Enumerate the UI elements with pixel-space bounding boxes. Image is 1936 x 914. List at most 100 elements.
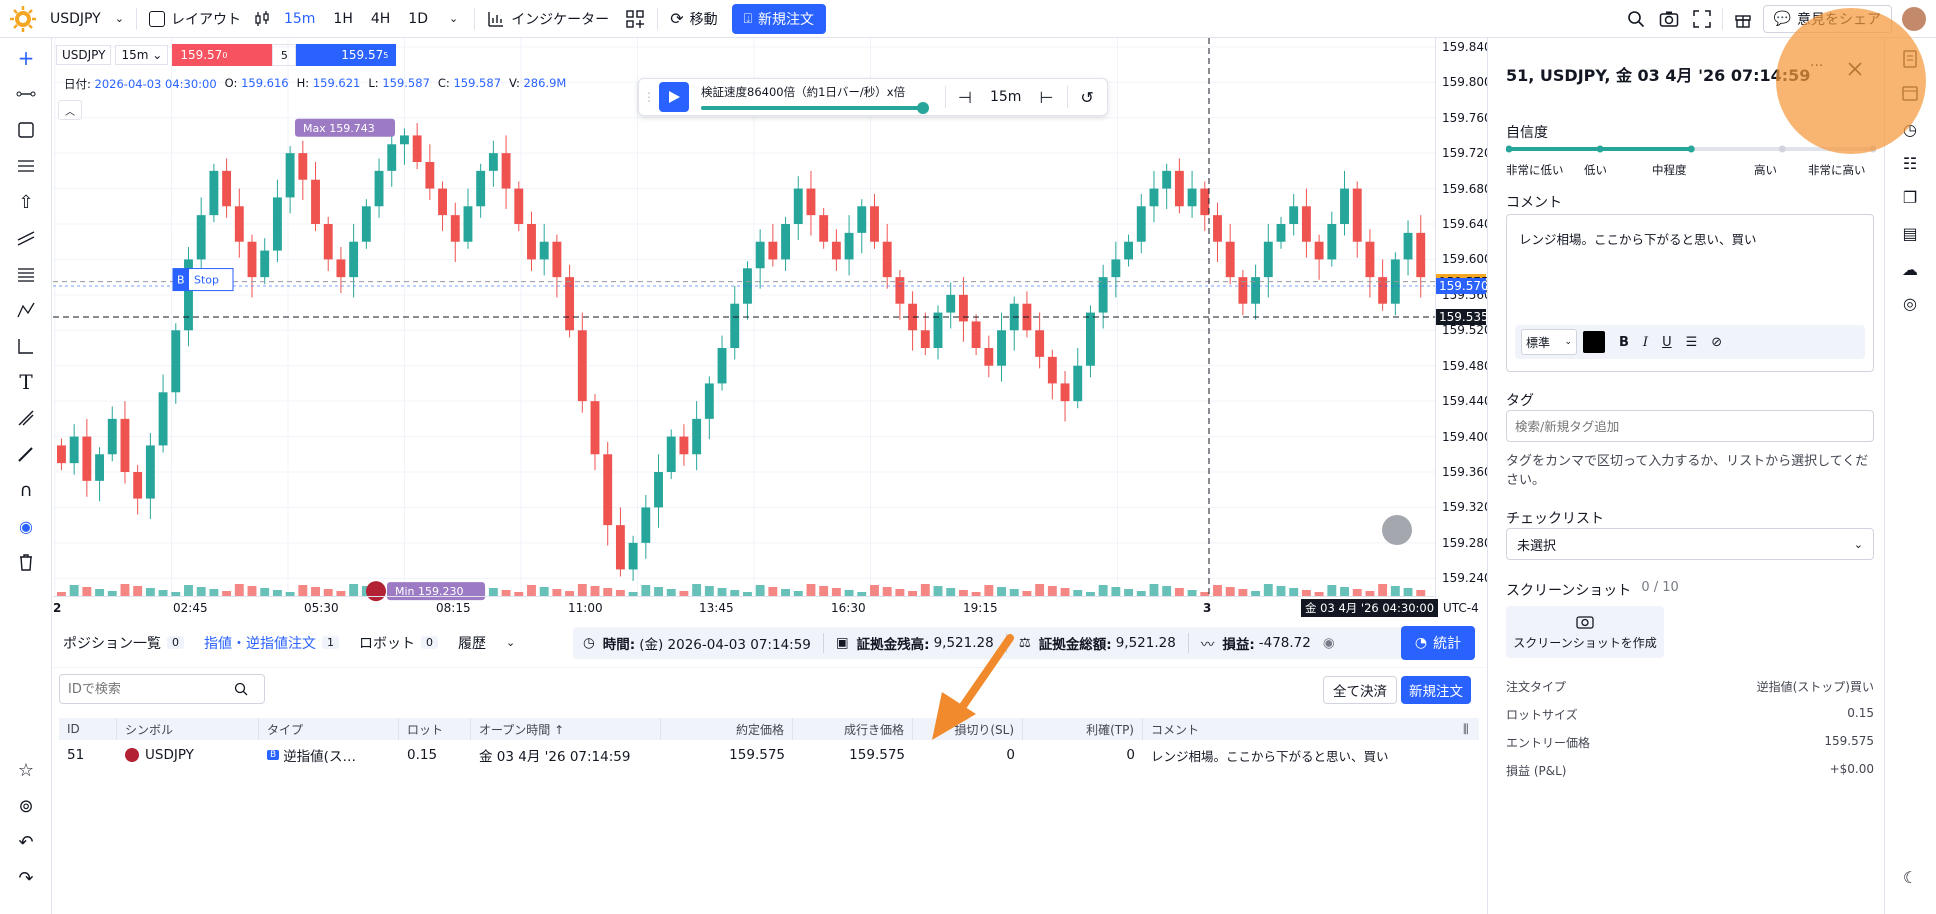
logo[interactable] xyxy=(0,0,42,38)
trendline-icon[interactable] xyxy=(14,82,38,106)
tf-1d[interactable]: 1D xyxy=(399,11,437,27)
id-search-input[interactable] xyxy=(68,681,228,697)
col-type[interactable]: タイプ xyxy=(259,718,399,740)
brush-icon[interactable] xyxy=(14,406,38,430)
candle-type-button[interactable] xyxy=(249,0,275,38)
jump-back-icon[interactable]: ↺ xyxy=(1080,88,1093,107)
step-forward-icon[interactable]: ⊢ xyxy=(1039,88,1053,107)
pencil-icon[interactable] xyxy=(14,442,38,466)
candle-body xyxy=(666,436,676,472)
italic-icon[interactable]: I xyxy=(1643,335,1648,350)
eye-toggle-icon[interactable]: ◉ xyxy=(1323,635,1335,651)
checklist-select[interactable]: 未選択 ⌄ xyxy=(1506,528,1874,560)
report-icon[interactable]: ▤ xyxy=(1899,222,1921,244)
move-button[interactable]: ⟳ 移動 xyxy=(662,0,725,38)
fib-icon[interactable] xyxy=(14,154,38,178)
trash-icon[interactable] xyxy=(14,550,38,574)
search-button[interactable] xyxy=(1620,0,1652,38)
fullscreen-button[interactable] xyxy=(1686,0,1718,38)
tab-robots[interactable]: ロボット 0 xyxy=(349,633,448,653)
text-icon[interactable]: T xyxy=(14,370,38,394)
speed-control[interactable]: 検証速度86400倍（約1日バー/秒）x倍 xyxy=(699,80,929,114)
detail-key: 損益 (P&L) xyxy=(1506,764,1567,778)
price-axis[interactable]: 159.840 159.800 159.760 159.720 159.680 159.6… xyxy=(1435,38,1492,618)
confidence-level-label[interactable]: 高い xyxy=(1754,162,1777,178)
gann-icon[interactable] xyxy=(14,262,38,286)
tabs-more-chevron-icon[interactable]: ⌄ xyxy=(496,636,525,649)
comment-editor[interactable]: レンジ相場。ここから下がると思い、買い 標準 ⌄ B I U ☰ ⊘ xyxy=(1506,214,1874,372)
time-axis[interactable]: 2 02:45 05:30 08:15 11:00 13:45 16:30 19:15 3 金 0… xyxy=(53,596,1479,618)
symbol-selector[interactable]: USDJPY ⌄ xyxy=(42,0,132,38)
columns-settings-icon[interactable]: ⫼ xyxy=(1455,718,1479,740)
tab-orders[interactable]: 指値・逆指値注文 1 xyxy=(194,633,349,653)
col-lot[interactable]: ロット xyxy=(399,718,471,740)
confidence-level-label[interactable]: 低い xyxy=(1584,162,1607,178)
row-tp[interactable]: 0 xyxy=(1023,742,1143,768)
text-color-swatch[interactable] xyxy=(1583,331,1605,353)
col-tp[interactable]: 利確(TP) xyxy=(1023,718,1143,740)
legend-interval[interactable]: 15m ⌄ xyxy=(115,45,169,65)
close-all-button[interactable]: 全て決済 xyxy=(1323,676,1397,704)
confidence-level-label[interactable]: 中程度 xyxy=(1652,162,1687,178)
gift-button[interactable] xyxy=(1727,0,1759,38)
col-comment[interactable]: コメント xyxy=(1143,718,1455,740)
link-icon[interactable]: ⊘ xyxy=(1711,335,1722,350)
confidence-level-label[interactable]: 非常に高い xyxy=(1808,162,1866,178)
tab-positions[interactable]: ポジション一覧 0 xyxy=(53,633,194,653)
col-open-time[interactable]: オープン時間 ↑ xyxy=(471,718,661,740)
bold-icon[interactable]: B xyxy=(1619,335,1629,350)
speed-slider-knob[interactable] xyxy=(917,102,929,114)
layout-toggle[interactable]: レイアウト xyxy=(141,0,249,38)
magnet-icon[interactable]: ∩ xyxy=(14,478,38,502)
indicators-button[interactable]: インジケーター xyxy=(479,0,617,38)
stats-button[interactable]: ◔ 統計 xyxy=(1401,626,1475,660)
sell-price-button[interactable]: 159.57 0 xyxy=(172,44,273,66)
ruler-icon[interactable] xyxy=(14,334,38,358)
confidence-level-label[interactable]: 非常に低い xyxy=(1506,162,1564,178)
tf-1h[interactable]: 1H xyxy=(324,11,361,27)
undo-icon[interactable]: ↶ xyxy=(14,830,38,854)
tag-input[interactable] xyxy=(1506,410,1874,442)
redo-icon[interactable]: ↷ xyxy=(14,866,38,890)
list-icon[interactable]: ☰ xyxy=(1686,335,1698,350)
buy-price-button[interactable]: 159.57 5 xyxy=(296,44,397,66)
tf-4h[interactable]: 4H xyxy=(362,11,399,27)
cloud-icon[interactable]: ☁ xyxy=(1899,258,1921,280)
link-icon[interactable]: ⊚ xyxy=(14,794,38,818)
table-row[interactable]: 51 USDJPY B 逆指値(ス… 0.15 金 03 4月 '26 07:1… xyxy=(59,742,1479,768)
new-order-button[interactable]: 新規注文 xyxy=(1401,676,1471,704)
collapse-legend-button[interactable]: ︿ xyxy=(58,100,82,120)
divider xyxy=(945,86,946,108)
theme-moon-icon[interactable]: ☾ xyxy=(1899,866,1921,888)
templates-button[interactable] xyxy=(617,0,653,38)
timezone-label[interactable]: UTC-4 xyxy=(1443,601,1479,615)
channel-icon[interactable] xyxy=(14,226,38,250)
col-symbol[interactable]: シンボル xyxy=(117,718,259,740)
col-id[interactable]: ID xyxy=(59,718,117,740)
col-entry[interactable]: 約定価格 xyxy=(661,718,793,740)
tf-15m[interactable]: 15m xyxy=(275,11,324,27)
snapshot-button[interactable] xyxy=(1652,0,1686,38)
tf-more-chevron-icon[interactable]: ⌄ xyxy=(437,12,470,25)
format-select[interactable]: 標準 ⌄ xyxy=(1521,329,1577,355)
legend-symbol[interactable]: USDJPY xyxy=(56,45,112,65)
price-chart[interactable]: B StopMax 159.743Min 159.230 xyxy=(53,38,1435,618)
step-back-icon[interactable]: ⊣ xyxy=(958,88,972,107)
tab-history[interactable]: 履歴 xyxy=(448,633,496,653)
take-screenshot-button[interactable]: スクリーンショットを作成 xyxy=(1506,606,1664,658)
play-button[interactable] xyxy=(659,82,689,112)
col-market[interactable]: 成行き価格 xyxy=(793,718,913,740)
pattern-icon[interactable] xyxy=(14,298,38,322)
notes-icon[interactable]: ❐ xyxy=(1899,186,1921,208)
drag-handle-icon[interactable]: ⋮ xyxy=(643,91,655,103)
crosshair-icon[interactable]: + xyxy=(14,46,38,70)
checklist-icon[interactable]: ☷ xyxy=(1899,152,1921,174)
rectangle-icon[interactable] xyxy=(14,118,38,142)
new-order-top-button[interactable]: ⍗ 新規注文 xyxy=(731,3,826,34)
replay-interval[interactable]: 15m xyxy=(990,89,1021,105)
star-icon[interactable]: ☆ xyxy=(14,758,38,782)
eye-icon[interactable]: ◉ xyxy=(14,514,38,538)
arrow-up-icon[interactable]: ⇧ xyxy=(14,190,38,214)
underline-icon[interactable]: U xyxy=(1662,335,1672,350)
settings-icon[interactable]: ◎ xyxy=(1899,292,1921,314)
